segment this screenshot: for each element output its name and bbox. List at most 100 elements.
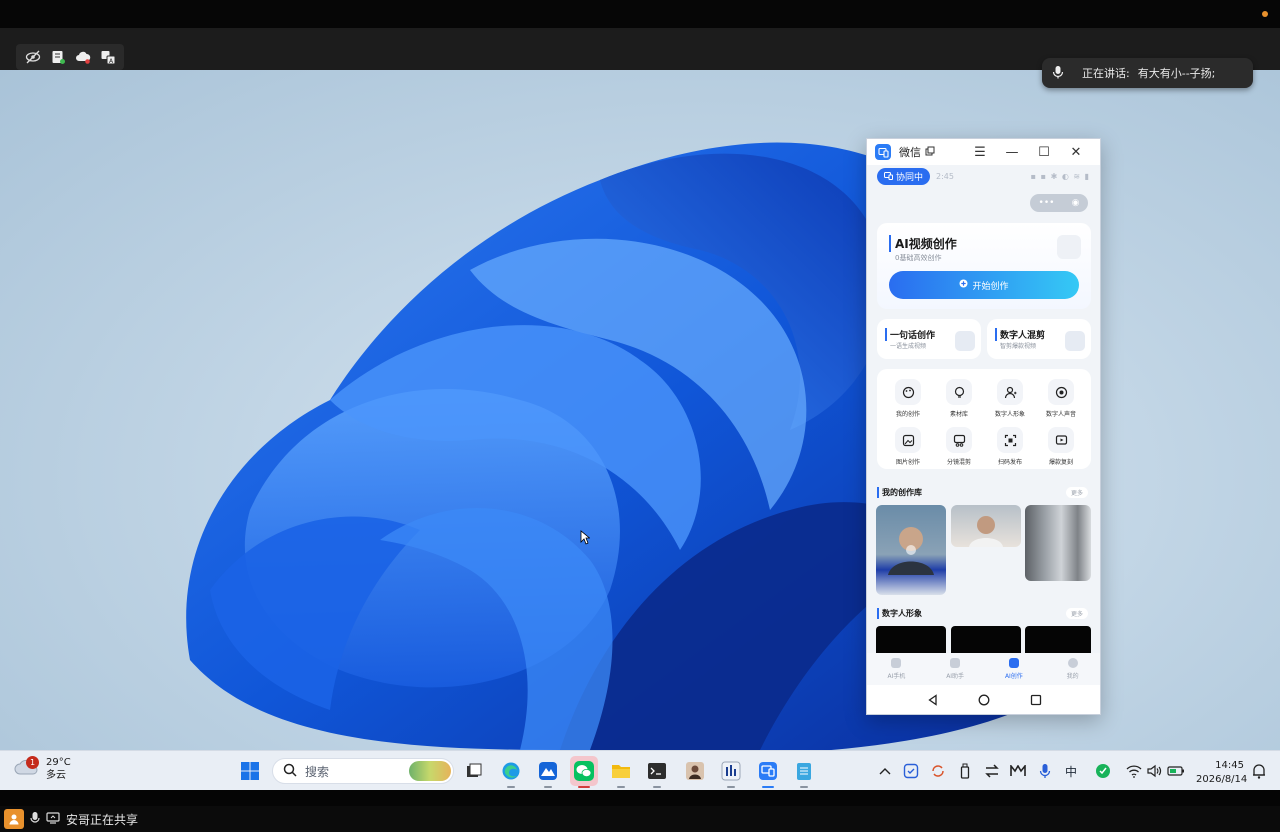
meeting-app-icon[interactable] bbox=[1009, 762, 1027, 780]
taskbar-clock[interactable]: 14:45 2026/8/14 bbox=[1196, 759, 1247, 787]
feature-grid: 我的创作 素材库 数字人形象 数字人声音 图片创作 分镜混剪 扫码发布 爆款复刻 bbox=[877, 369, 1091, 469]
more-dots-icon[interactable]: ••• bbox=[1039, 198, 1055, 208]
start-button[interactable] bbox=[238, 759, 262, 783]
maximize-button[interactable]: ☐ bbox=[1028, 145, 1060, 160]
nav-label: AI手机 bbox=[887, 673, 906, 680]
active-indicator bbox=[762, 786, 774, 788]
weather-badge: 1 bbox=[26, 756, 39, 769]
screen: A 正在讲话: 有大有小--子扬; 微信 ☰ — ☐ ✕ 协同中 2:45 ▪ … bbox=[0, 0, 1280, 832]
quick-card-subtitle: 一语生成视频 bbox=[890, 343, 927, 350]
avatar-thumb[interactable] bbox=[951, 626, 1021, 654]
mountain-app-icon bbox=[539, 762, 557, 780]
search-highlight-image bbox=[409, 761, 451, 781]
grid-item-scan-publish[interactable]: 扫码发布 bbox=[984, 427, 1036, 466]
taskbar-notepad[interactable] bbox=[792, 759, 816, 788]
taskbar-edge[interactable] bbox=[499, 759, 523, 788]
notes-icon[interactable] bbox=[49, 48, 67, 66]
weather-desc: 多云 bbox=[46, 770, 66, 781]
notification-bell-icon[interactable] bbox=[1250, 762, 1268, 780]
window-titlebar[interactable]: 微信 ☰ — ☐ ✕ bbox=[867, 139, 1100, 165]
weather-widget[interactable]: 1 29°C 多云 bbox=[14, 756, 71, 782]
taskbar-phone-link[interactable] bbox=[756, 759, 780, 788]
notepad-icon bbox=[797, 763, 811, 780]
taskbar-wechat[interactable] bbox=[570, 756, 598, 788]
avatar-more-link[interactable]: 更多 bbox=[1065, 608, 1088, 619]
cloud-record-icon[interactable] bbox=[74, 48, 92, 66]
wifi-icon[interactable] bbox=[1125, 762, 1143, 780]
quick-card-one-sentence[interactable]: 一句话创作 一语生成视频 bbox=[877, 319, 981, 359]
quick-card-title: 一句话创作 bbox=[885, 328, 935, 341]
translate-icon[interactable]: A bbox=[99, 48, 117, 66]
nav-ai-create[interactable]: AI创作 bbox=[989, 658, 1039, 680]
speaking-label: 正在讲话: bbox=[1082, 67, 1130, 80]
quick-card-icon bbox=[955, 331, 975, 351]
transfer-icon[interactable] bbox=[983, 762, 1001, 780]
ime-indicator[interactable]: 中 bbox=[1062, 762, 1080, 780]
nav-ai-assistant[interactable]: AI助手 bbox=[930, 658, 980, 680]
battery-icon[interactable] bbox=[1167, 762, 1185, 780]
grid-item-digital-voice[interactable]: 数字人声音 bbox=[1035, 379, 1087, 418]
taskbar-user-app[interactable] bbox=[683, 759, 707, 783]
close-circle-icon[interactable]: ◉ bbox=[1072, 198, 1080, 208]
share-toolbar: A bbox=[16, 44, 124, 70]
mic-tray-icon[interactable] bbox=[1036, 762, 1054, 780]
nav-ai-phone[interactable]: AI手机 bbox=[871, 658, 921, 680]
library-more-link[interactable]: 更多 bbox=[1065, 487, 1088, 498]
usb-drive-icon[interactable] bbox=[956, 762, 974, 780]
collab-badge[interactable]: 协同中 bbox=[877, 167, 931, 185]
sound-icon bbox=[1048, 379, 1074, 405]
home-icon[interactable] bbox=[978, 691, 990, 710]
avatar-thumb[interactable] bbox=[876, 626, 946, 654]
grid-item-digital-avatar[interactable]: 数字人形象 bbox=[984, 379, 1036, 418]
grid-item-my-creations[interactable]: 我的创作 bbox=[882, 379, 934, 418]
folder-icon bbox=[612, 765, 630, 778]
mic-status-icon[interactable] bbox=[30, 811, 40, 828]
quick-card-icon bbox=[1065, 331, 1085, 351]
sync-icon[interactable] bbox=[929, 762, 947, 780]
grid-item-materials[interactable]: 素材库 bbox=[933, 379, 985, 418]
weather-temp: 29°C bbox=[46, 757, 71, 768]
windows-logo-icon bbox=[241, 762, 259, 780]
taskbar-app-blue[interactable] bbox=[536, 759, 560, 788]
library-video-thumb[interactable] bbox=[1025, 505, 1091, 581]
taskbar-file-explorer[interactable] bbox=[609, 759, 633, 788]
mini-program-capsule[interactable]: ••• ◉ bbox=[1030, 194, 1088, 212]
grid-item-storyboard[interactable]: 分镜混剪 bbox=[933, 427, 985, 466]
quick-card-title: 数字人混剪 bbox=[995, 328, 1045, 341]
grid-item-viral-copy[interactable]: 爆款复刻 bbox=[1035, 427, 1087, 466]
taskbar-stats-app[interactable] bbox=[719, 759, 743, 788]
chevron-up-icon[interactable] bbox=[876, 762, 894, 780]
nav-mine[interactable]: 我的 bbox=[1048, 658, 1098, 680]
collab-icon bbox=[884, 172, 893, 180]
avatar-thumb[interactable] bbox=[1025, 626, 1091, 654]
taskbar-terminal[interactable] bbox=[645, 759, 669, 788]
library-video-thumb[interactable] bbox=[876, 505, 946, 595]
popout-icon[interactable] bbox=[925, 146, 935, 159]
screen-share-icon[interactable] bbox=[46, 811, 60, 827]
grid-item-label: 素材库 bbox=[949, 411, 968, 418]
running-indicator bbox=[653, 786, 661, 788]
taskbar-search[interactable]: 搜索 bbox=[272, 758, 454, 784]
security-shield-icon[interactable] bbox=[902, 762, 920, 780]
quick-card-digital-human-mix[interactable]: 数字人混剪 智剪爆款视频 bbox=[987, 319, 1091, 359]
hide-eye-icon[interactable] bbox=[24, 48, 42, 66]
library-video-thumb[interactable] bbox=[951, 505, 1021, 547]
grid-item-label: 分镜混剪 bbox=[946, 459, 971, 466]
video-icon bbox=[1048, 427, 1074, 453]
nav-label: 我的 bbox=[1066, 673, 1079, 680]
scissors-icon bbox=[946, 427, 972, 453]
grid-item-label: 图片创作 bbox=[895, 459, 920, 466]
grid-item-image-create[interactable]: 图片创作 bbox=[882, 427, 934, 466]
close-button[interactable]: ✕ bbox=[1060, 145, 1092, 160]
plus-circle-icon bbox=[959, 279, 968, 291]
hero-title: AI视频创作 bbox=[889, 235, 957, 252]
task-view-button[interactable] bbox=[462, 759, 486, 783]
menu-icon[interactable]: ☰ bbox=[964, 145, 996, 160]
recents-icon[interactable] bbox=[1030, 691, 1042, 710]
start-create-button[interactable]: 开始创作 bbox=[889, 271, 1079, 299]
active-indicator bbox=[578, 786, 590, 788]
back-icon[interactable] bbox=[927, 691, 939, 710]
volume-icon[interactable] bbox=[1145, 762, 1163, 780]
green-app-icon[interactable] bbox=[1094, 762, 1112, 780]
minimize-button[interactable]: — bbox=[996, 145, 1028, 160]
